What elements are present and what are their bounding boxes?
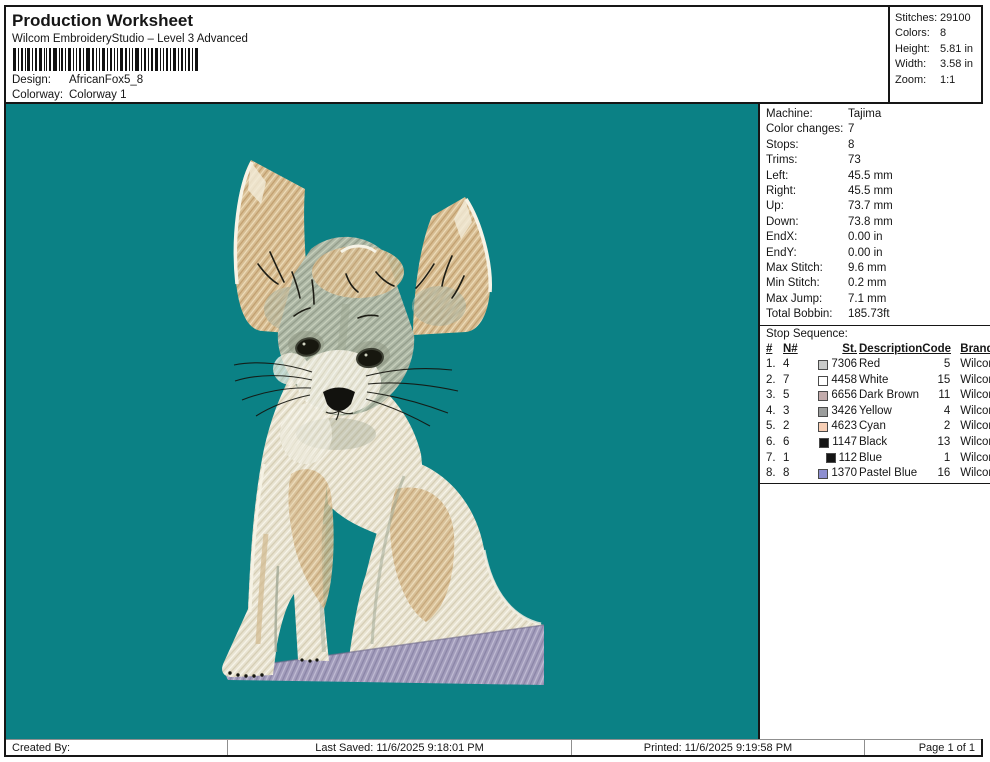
table-row: 3.5 6656 Dark Brown11Wilcom bbox=[766, 388, 990, 404]
colorway-value: Colorway 1 bbox=[69, 89, 127, 101]
footer-created-by: Created By: bbox=[6, 740, 228, 755]
stat-zoom: Zoom:1:1 bbox=[895, 73, 981, 88]
info-right: Right:45.5 mm bbox=[760, 184, 990, 199]
col-num: # bbox=[766, 342, 783, 358]
footer-printed: Printed: 11/6/2025 9:19:58 PM bbox=[572, 740, 865, 755]
info-max-stitch: Max Stitch:9.6 mm bbox=[760, 261, 990, 276]
info-total-bobbin: Total Bobbin:185.73ft bbox=[760, 307, 990, 322]
design-value: AfricanFox5_8 bbox=[69, 74, 143, 86]
design-label: Design: bbox=[12, 73, 69, 88]
info-up: Up:73.7 mm bbox=[760, 199, 990, 214]
panel-empty-space bbox=[760, 484, 990, 739]
machine-info-panel: Machine:Tajima Color changes:7 Stops:8 T… bbox=[758, 104, 990, 739]
footer-page-number: Page 1 of 1 bbox=[865, 740, 981, 755]
col-st: St. bbox=[807, 342, 859, 358]
table-row: 7.1 112 Blue1Wilcom bbox=[766, 451, 990, 467]
info-endx: EndX:0.00 in bbox=[760, 230, 990, 245]
barcode bbox=[13, 48, 199, 71]
info-down: Down:73.8 mm bbox=[760, 215, 990, 230]
footer-last-saved: Last Saved: 11/6/2025 9:18:01 PM bbox=[228, 740, 572, 755]
info-machine: Machine:Tajima bbox=[760, 107, 990, 122]
col-needle: N# bbox=[783, 342, 807, 358]
table-row: 1.4 7306 Red5Wilcom bbox=[766, 357, 990, 373]
table-row: 8.8 1370 Pastel Blue16Wilcom bbox=[766, 466, 990, 482]
footer: Created By: Last Saved: 11/6/2025 9:18:0… bbox=[6, 739, 981, 755]
table-row: 5.2 4623 Cyan2Wilcom bbox=[766, 419, 990, 435]
design-row: Design:AfricanFox5_8 bbox=[12, 73, 880, 88]
header-left: Production Worksheet Wilcom EmbroiderySt… bbox=[6, 7, 888, 102]
table-row: 2.7 4458 White15Wilcom bbox=[766, 373, 990, 389]
stat-stitches: Stitches:29100 bbox=[895, 11, 981, 26]
worksheet-frame: Production Worksheet Wilcom EmbroiderySt… bbox=[4, 5, 983, 757]
table-row: 6.6 1147 Black13Wilcom bbox=[766, 435, 990, 451]
table-header-row: # N# St. Description Code Brand bbox=[766, 342, 990, 358]
info-max-jump: Max Jump:7.1 mm bbox=[760, 292, 990, 307]
stat-width: Width:3.58 in bbox=[895, 57, 981, 72]
thread-swatch bbox=[818, 360, 828, 370]
thread-swatch bbox=[826, 453, 836, 463]
thread-swatch bbox=[819, 438, 829, 448]
machine-info-list: Machine:Tajima Color changes:7 Stops:8 T… bbox=[760, 104, 990, 325]
stat-colors: Colors:8 bbox=[895, 26, 981, 41]
info-min-stitch: Min Stitch:0.2 mm bbox=[760, 276, 990, 291]
info-color-changes: Color changes:7 bbox=[760, 122, 990, 137]
stat-height: Height:5.81 in bbox=[895, 42, 981, 57]
thread-swatch bbox=[818, 376, 828, 386]
page-title: Production Worksheet bbox=[12, 10, 880, 31]
thread-swatch bbox=[818, 469, 828, 479]
fox-embroidery-graphic bbox=[6, 104, 758, 739]
thread-swatch bbox=[818, 391, 828, 401]
thread-swatch bbox=[818, 407, 828, 417]
col-description: Description bbox=[859, 342, 922, 358]
info-trims: Trims:73 bbox=[760, 153, 990, 168]
design-stats-box: Stitches:29100 Colors:8 Height:5.81 in W… bbox=[888, 7, 981, 102]
table-row: 4.3 3426 Yellow4Wilcom bbox=[766, 404, 990, 420]
col-code: Code bbox=[922, 342, 952, 358]
header: Production Worksheet Wilcom EmbroiderySt… bbox=[6, 7, 981, 104]
thread-swatch bbox=[818, 422, 828, 432]
stop-sequence-label: Stop Sequence: bbox=[760, 325, 990, 342]
stop-sequence-table: # N# St. Description Code Brand 1.4 7306… bbox=[760, 342, 990, 484]
colorway-row: Colorway:Colorway 1 bbox=[12, 88, 880, 102]
info-stops: Stops:8 bbox=[760, 138, 990, 153]
info-left: Left:45.5 mm bbox=[760, 169, 990, 184]
design-canvas bbox=[6, 104, 758, 739]
production-worksheet-page: Production Worksheet Wilcom EmbroiderySt… bbox=[0, 0, 990, 762]
colorway-label: Colorway: bbox=[12, 88, 69, 102]
col-brand: Brand bbox=[952, 342, 990, 358]
info-endy: EndY:0.00 in bbox=[760, 246, 990, 261]
main-area: Machine:Tajima Color changes:7 Stops:8 T… bbox=[6, 104, 981, 739]
app-subtitle: Wilcom EmbroideryStudio – Level 3 Advanc… bbox=[12, 32, 880, 46]
